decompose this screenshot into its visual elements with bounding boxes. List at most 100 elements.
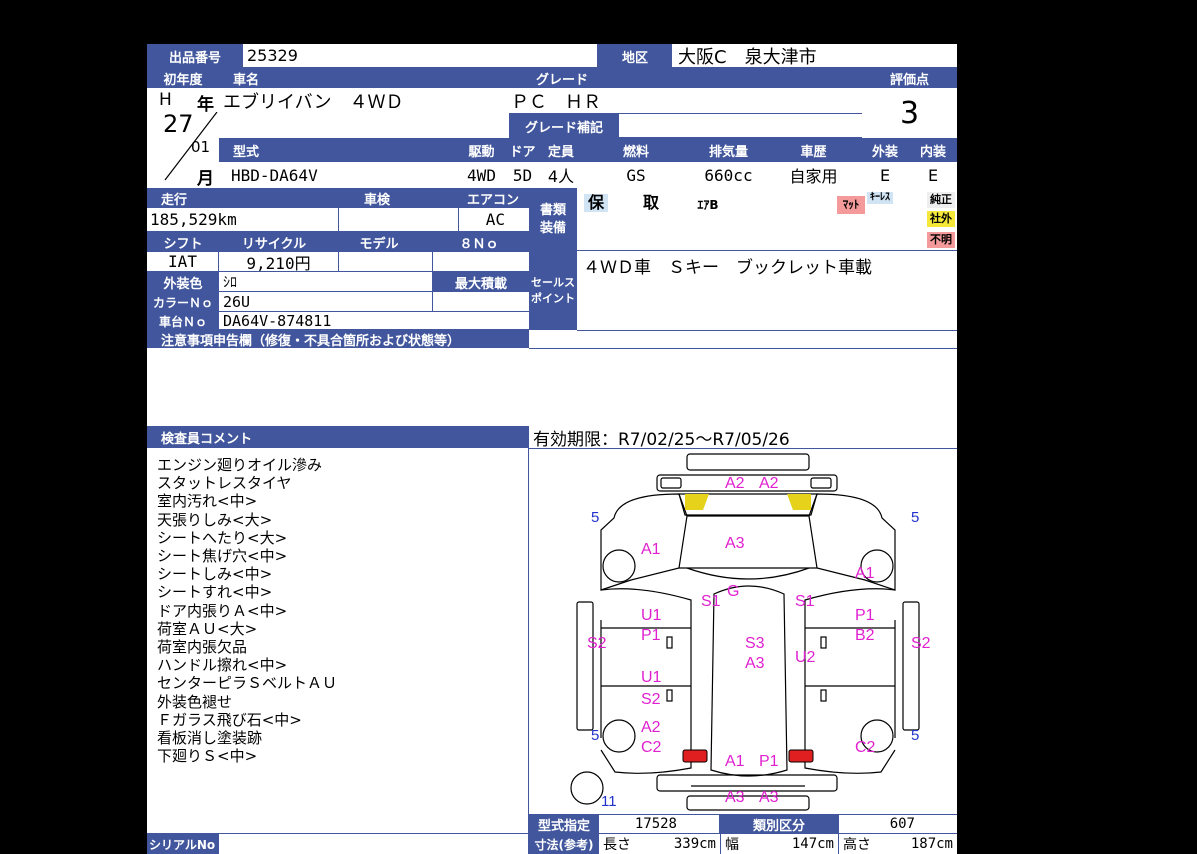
model-label: 型式 <box>219 138 459 162</box>
first-reg-label: 初年度 <box>147 68 219 88</box>
comment-line: 荷室内張欠品 <box>157 638 248 657</box>
rear-left-lamp <box>682 749 708 763</box>
grade-value: ＰＣ ＨＲ <box>509 88 862 114</box>
damage-mark: G <box>727 583 739 600</box>
tire-mark: 5 <box>591 509 599 526</box>
door-value: 5D <box>512 165 533 185</box>
chassis-no-value: DA64V-874811 <box>219 312 529 330</box>
height-label: 高さ <box>843 837 871 853</box>
max-load-label: 最大積載 <box>433 272 529 292</box>
comment-line: ドア内張りＡ<中> <box>157 601 288 620</box>
capacity-value: 4人 <box>547 167 575 186</box>
mileage-label: 走行 <box>147 188 337 208</box>
damage-mark: C2 <box>641 739 662 756</box>
damage-mark: A3 <box>745 655 765 672</box>
color-label: 外装色 <box>147 272 219 292</box>
damage-mark: A3 <box>759 789 779 806</box>
era: H <box>159 90 172 110</box>
tire-mark: 5 <box>911 509 919 526</box>
comment-line: シート焦げ穴<中> <box>157 547 288 566</box>
color-value: ｼﾛ <box>219 272 433 292</box>
serial-label: シリアルNo <box>147 834 219 854</box>
comment-line: ハンドル擦れ<中> <box>157 656 288 675</box>
exterior-label: 外装 <box>861 138 909 162</box>
comment-line: スタットレスタイヤ <box>157 474 292 493</box>
capacity-label: 定員 <box>541 138 581 162</box>
tire-mark: 5 <box>911 727 919 744</box>
fuel-label: 燃料 <box>581 138 691 162</box>
damage-mark: A1 <box>641 541 661 558</box>
equipment-tag-manual: 取 <box>642 193 659 212</box>
model-year-value <box>339 252 433 272</box>
car-name: エブリイバン ４ＷＤ <box>223 92 404 113</box>
color-no-label: カラーＮｏ <box>147 292 219 312</box>
damage-mark: U2 <box>795 649 816 666</box>
auction-sheet: 出品番号 25329 地区 大阪C 泉大津市 初年度 車名 グレード 評価点 H… <box>147 44 957 854</box>
comment-line: 看板消し塗装跡 <box>157 729 263 748</box>
shift-value: IAT <box>147 252 219 272</box>
lot-label: 出品番号 <box>147 44 243 68</box>
tire-mark: 11 <box>601 793 617 810</box>
damage-mark: P1 <box>759 753 779 770</box>
damage-mark: S2 <box>911 635 931 652</box>
recycle-value: 9,210円 <box>219 252 339 272</box>
comment-line: 荷室ＡＵ<大> <box>157 619 258 638</box>
damage-mark: A2 <box>725 475 745 492</box>
grade-note-value <box>619 114 862 138</box>
max-load-value <box>433 292 529 312</box>
length-value: 339cm <box>633 834 721 854</box>
score-value: 3 <box>899 95 920 131</box>
tire-mark: 5 <box>591 727 599 744</box>
equipment-tag-warranty: 保 <box>584 194 608 212</box>
damage-mark: U1 <box>641 669 662 686</box>
inspector-label: 検査員コメント <box>147 426 529 448</box>
displacement-value: 660cc <box>704 165 753 185</box>
grade-note-label: グレード補記 <box>509 114 619 138</box>
damage-mark: S1 <box>795 593 815 610</box>
inspection-value <box>339 208 459 232</box>
equipment-tag-keyless: ｷｰﾚｽ <box>867 192 893 204</box>
model-value: HBD-DA64V <box>231 165 318 185</box>
aircon-value: AC <box>459 208 529 232</box>
mileage-value: 185,529km <box>147 208 339 232</box>
class-value: 607 <box>889 816 915 832</box>
equipment-tag-airbag: ｴｱB <box>697 198 719 212</box>
width-value: 147cm <box>749 834 839 854</box>
damage-mark: U1 <box>641 607 662 624</box>
sales-point-label: セールス ポイント <box>529 252 577 330</box>
interior-label: 内装 <box>909 138 957 162</box>
length-label: 長さ <box>603 837 631 853</box>
comment-line: 天張りしみ<大> <box>157 510 273 529</box>
comment-line: シートすれ<中> <box>157 583 273 602</box>
comment-line: エンジン廻りオイル滲み <box>157 456 323 474</box>
recycle-label: リサイクル <box>219 232 329 252</box>
date-slash <box>164 112 218 181</box>
number-label: ８Ｎｏ <box>429 232 529 252</box>
aircon-label: エアコン <box>457 188 529 208</box>
damage-mark: P1 <box>641 627 661 644</box>
damage-mark: A2 <box>759 475 779 492</box>
exterior-value: E <box>879 165 891 185</box>
history-label: 車歴 <box>766 138 861 162</box>
notice-area <box>147 348 957 426</box>
inspection-label: 車検 <box>337 188 417 208</box>
comment-line: シートへたり<大> <box>157 528 288 547</box>
interior-value: E <box>927 165 939 185</box>
damage-mark: S2 <box>587 635 607 652</box>
drive-label: 駆動 <box>459 138 504 162</box>
docs-label: 書類 装備 <box>529 188 577 252</box>
damage-mark: A2 <box>641 719 661 736</box>
comment-line: 外装色褪せ <box>157 692 233 711</box>
badge-unknown: 不明 <box>927 232 955 248</box>
area-label: 地区 <box>598 44 672 68</box>
comment-line: シートしみ<中> <box>157 565 273 584</box>
dims-label: 寸法(参考) <box>529 834 599 854</box>
class-label: 類別区分 <box>719 815 839 833</box>
fuel-value: GS <box>626 165 646 185</box>
inspector-comments: エンジン廻りオイル滲み スタットレスタイヤ 室内汚れ<中> 天張りしみ<大> シートへた… <box>157 456 527 836</box>
width-label: 幅 <box>725 837 739 853</box>
badge-genuine: 純正 <box>927 192 955 208</box>
comment-line: センターピラＳベルトＡＵ <box>157 674 338 693</box>
equipment-tag-mat: ﾏｯﾄ <box>837 196 865 214</box>
damage-mark: S2 <box>641 691 661 708</box>
